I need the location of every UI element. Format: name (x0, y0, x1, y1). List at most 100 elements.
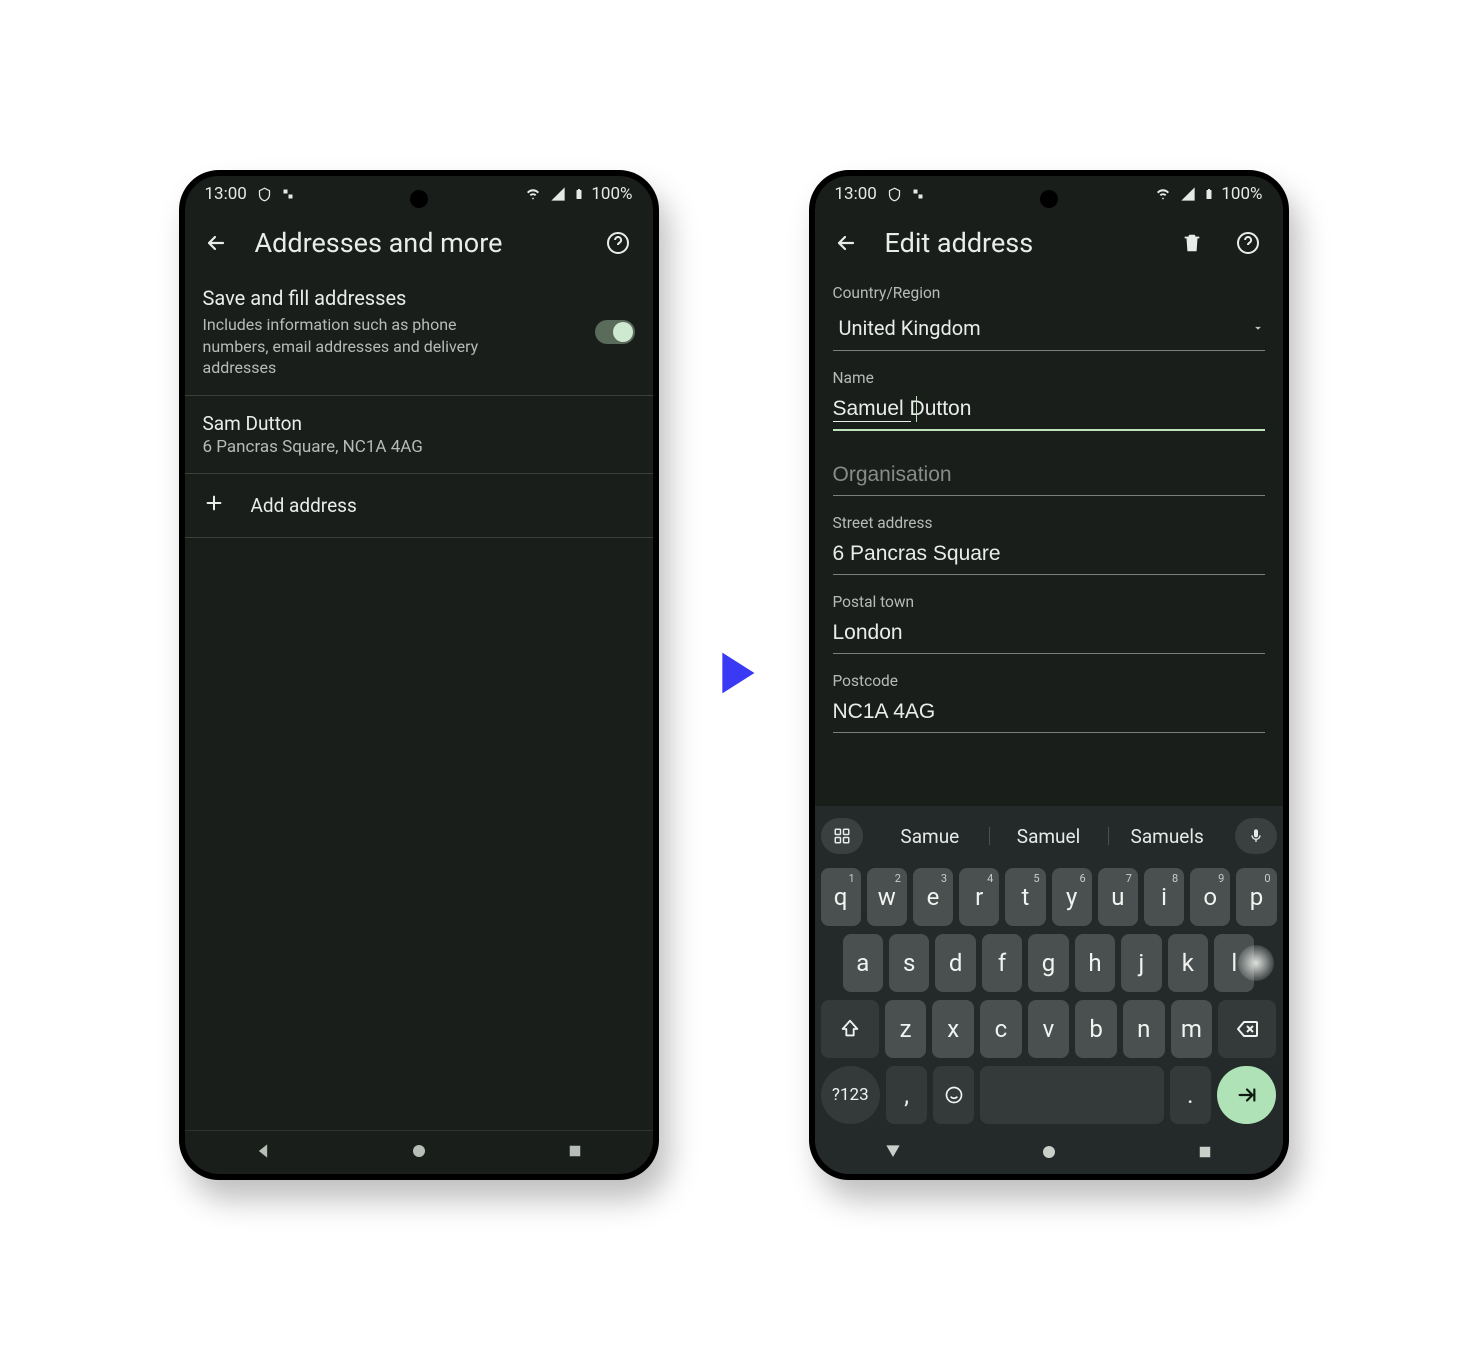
key-t[interactable]: t5 (1005, 868, 1045, 926)
key-r[interactable]: r4 (959, 868, 999, 926)
add-address-label: Add address (251, 494, 357, 517)
form-content: Country/Region United Kingdom Name Stree… (815, 274, 1283, 1174)
status-time: 13:00 (835, 184, 877, 204)
town-field[interactable] (833, 615, 1265, 654)
soft-keyboard: Samue Samuel Samuels q1w2e3r4t5y6u7i8o9p… (815, 806, 1283, 1134)
street-field[interactable] (833, 536, 1265, 575)
key-p[interactable]: p0 (1236, 868, 1276, 926)
help-icon[interactable] (1231, 226, 1265, 260)
text-caret-icon (916, 396, 917, 422)
key-s[interactable]: s (889, 934, 929, 992)
camera-notch (1040, 190, 1058, 208)
keyboard-row-4: ?123 , . (821, 1066, 1277, 1124)
toggle-on-icon[interactable] (595, 320, 635, 344)
key-n[interactable]: n (1123, 1000, 1165, 1058)
suggestion-bar: Samue Samuel Samuels (821, 812, 1277, 860)
page-title: Addresses and more (255, 227, 579, 259)
key-u[interactable]: u7 (1098, 868, 1138, 926)
app-bar: Edit address (815, 212, 1283, 274)
battery-icon (1203, 185, 1215, 203)
status-misc-icon (282, 188, 294, 200)
nav-recent-icon[interactable] (1196, 1143, 1214, 1165)
key-q[interactable]: q1 (821, 868, 861, 926)
key-o[interactable]: o9 (1190, 868, 1230, 926)
status-battery-pct: 100% (1221, 184, 1262, 204)
key-j[interactable]: j (1121, 934, 1161, 992)
back-icon[interactable] (829, 226, 863, 260)
chevron-down-icon (1251, 316, 1265, 340)
key-m[interactable]: m (1171, 1000, 1213, 1058)
phone-left: 13:00 100% Addresses and more (179, 170, 659, 1180)
wifi-icon (1153, 186, 1173, 202)
cell-signal-icon (1179, 186, 1197, 202)
back-icon[interactable] (199, 226, 233, 260)
mic-icon[interactable] (1235, 818, 1277, 854)
address-line: 6 Pancras Square, NC1A 4AG (203, 437, 635, 457)
key-b[interactable]: b (1075, 1000, 1117, 1058)
delete-icon[interactable] (1175, 226, 1209, 260)
battery-icon (573, 185, 585, 203)
camera-notch (410, 190, 428, 208)
name-field-wrap (833, 391, 1265, 431)
backspace-key[interactable] (1218, 1000, 1276, 1058)
town-label: Postal town (815, 593, 1283, 611)
nav-home-icon[interactable] (1040, 1143, 1058, 1165)
street-label: Street address (815, 514, 1283, 532)
key-k[interactable]: k (1168, 934, 1208, 992)
name-label: Name (815, 369, 1283, 387)
keyboard-row-3: zxcvbnm (821, 1000, 1277, 1058)
status-misc-icon (912, 188, 924, 200)
keyboard-menu-icon[interactable] (821, 818, 863, 854)
comma-key[interactable]: , (886, 1066, 927, 1124)
keyboard-row-1: q1w2e3r4t5y6u7i8o9p0 (821, 868, 1277, 926)
saved-address-row[interactable]: Sam Dutton 6 Pancras Square, NC1A 4AG (185, 396, 653, 474)
key-a[interactable]: a (843, 934, 883, 992)
shift-key[interactable] (821, 1000, 879, 1058)
nav-back-icon[interactable] (883, 1142, 903, 1166)
status-battery-pct: 100% (591, 184, 632, 204)
page-title: Edit address (885, 227, 1153, 259)
dot-key[interactable]: . (1170, 1066, 1211, 1124)
country-label: Country/Region (815, 284, 1283, 302)
nav-recent-icon[interactable] (566, 1142, 584, 1164)
playstore-protect-icon (257, 187, 272, 202)
key-g[interactable]: g (1028, 934, 1068, 992)
emoji-key[interactable] (933, 1066, 974, 1124)
key-z[interactable]: z (885, 1000, 927, 1058)
key-e[interactable]: e3 (913, 868, 953, 926)
numswitch-key[interactable]: ?123 (821, 1066, 881, 1124)
suggestion-3[interactable]: Samuels (1108, 825, 1227, 848)
nav-back-icon[interactable] (253, 1141, 273, 1165)
key-w[interactable]: w2 (867, 868, 907, 926)
key-x[interactable]: x (932, 1000, 974, 1058)
cell-signal-icon (549, 186, 567, 202)
key-v[interactable]: v (1028, 1000, 1070, 1058)
suggestion-1[interactable]: Samue (871, 825, 990, 848)
name-field[interactable] (833, 391, 1265, 431)
key-f[interactable]: f (982, 934, 1022, 992)
key-d[interactable]: d (935, 934, 975, 992)
plus-icon (203, 492, 225, 519)
suggestion-2[interactable]: Samuel (989, 825, 1108, 848)
country-select[interactable]: United Kingdom (833, 306, 1265, 351)
address-name: Sam Dutton (203, 412, 635, 435)
save-fill-toggle-row[interactable]: Save and fill addresses Includes informa… (185, 274, 653, 396)
phone-right: 13:00 100% Edit address Country/Region U… (809, 170, 1289, 1180)
spellcheck-underline (833, 421, 911, 422)
wifi-icon (523, 186, 543, 202)
add-address-button[interactable]: Add address (185, 474, 653, 538)
status-time: 13:00 (205, 184, 247, 204)
key-l[interactable]: l (1214, 934, 1254, 992)
system-navbar (185, 1130, 653, 1174)
help-icon[interactable] (601, 226, 635, 260)
app-bar: Addresses and more (185, 212, 653, 274)
organisation-field[interactable] (833, 457, 1265, 496)
enter-key[interactable] (1217, 1066, 1277, 1124)
key-h[interactable]: h (1075, 934, 1115, 992)
nav-home-icon[interactable] (410, 1142, 428, 1164)
key-y[interactable]: y6 (1052, 868, 1092, 926)
postcode-field[interactable] (833, 694, 1265, 733)
key-i[interactable]: i8 (1144, 868, 1184, 926)
key-c[interactable]: c (980, 1000, 1022, 1058)
space-key[interactable] (980, 1066, 1163, 1124)
